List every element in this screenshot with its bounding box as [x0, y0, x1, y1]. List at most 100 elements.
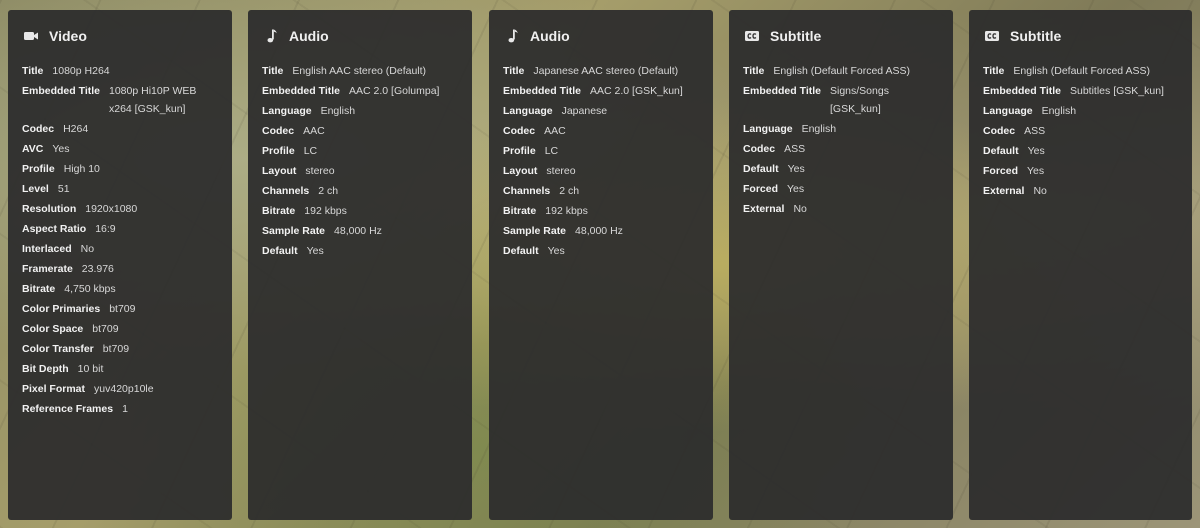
info-label: Title [262, 65, 284, 77]
info-value: 4,750 kbps [64, 283, 116, 295]
info-row: Embedded Title AAC 2.0 [Golumpa] [262, 82, 458, 100]
info-value: English (Default Forced ASS) [773, 65, 910, 77]
info-row: Default Yes [503, 242, 699, 260]
info-value: No [80, 243, 95, 255]
info-value: Yes [787, 183, 805, 195]
info-value: ASS [1024, 125, 1046, 137]
info-label: Language [262, 105, 312, 117]
info-row: Bitrate 4,750 kbps [22, 280, 218, 298]
info-row: Title English AAC stereo (Default) [262, 62, 458, 80]
info-row: AVC Yes [22, 140, 218, 158]
info-row: Profile LC [503, 142, 699, 160]
info-row: External No [743, 200, 939, 218]
info-row: Title 1080p H264 [22, 62, 218, 80]
info-label: Framerate [22, 263, 73, 275]
info-value: 192 kbps [304, 205, 347, 217]
info-row: Codec AAC [503, 122, 699, 140]
info-row: Aspect Ratio 16:9 [22, 220, 218, 238]
info-value: bt709 [102, 343, 130, 355]
info-value: Yes [306, 245, 324, 257]
info-value: 16:9 [95, 223, 116, 235]
info-value: 1920x1080 [85, 203, 138, 215]
info-label: Profile [503, 145, 536, 157]
info-row: Forced Yes [743, 180, 939, 198]
info-label: Sample Rate [503, 225, 567, 237]
info-value: No [1033, 185, 1047, 197]
info-value: bt709 [109, 303, 136, 315]
info-row: Color Space bt709 [22, 320, 218, 338]
info-row: Embedded Title Signs/Songs [GSK_kun] [743, 82, 939, 118]
info-row: Embedded Title 1080p Hi10P WEB x264 [GSK_… [22, 82, 218, 118]
subtitle-stream-card: Subtitle Title English (Default Forced ASS… [729, 10, 953, 520]
info-value: English [1041, 105, 1077, 117]
info-row: Language English [743, 120, 939, 138]
info-value: 2 ch [559, 185, 580, 197]
card-title: Audio [289, 28, 329, 44]
info-value: AAC [303, 125, 325, 137]
info-row: Level 51 [22, 180, 218, 198]
info-row: Bit Depth 10 bit [22, 360, 218, 378]
info-label: External [743, 203, 785, 215]
info-row: Profile LC [262, 142, 458, 160]
info-label: Layout [503, 165, 538, 177]
info-label: Default [983, 145, 1019, 157]
info-value: AAC 2.0 [GSK_kun] [590, 85, 683, 97]
info-row: Language English [983, 102, 1178, 120]
info-row: Channels 2 ch [503, 182, 699, 200]
info-row: Title English (Default Forced ASS) [983, 62, 1178, 80]
info-row: Embedded Title Subtitles [GSK_kun] [983, 82, 1178, 100]
info-value: Signs/Songs [GSK_kun] [830, 85, 889, 115]
info-value: English [801, 123, 837, 135]
info-label: Title [503, 65, 525, 77]
info-row: Reference Frames 1 [22, 400, 218, 418]
info-label: Pixel Format [22, 383, 86, 395]
info-value: yuv420p10le [94, 383, 154, 395]
audio-stream-card: Audio Title English AAC stereo (Default) Em… [248, 10, 472, 520]
info-label: Color Transfer [22, 343, 94, 355]
info-label: Default [503, 245, 539, 257]
video-camera-icon [22, 27, 40, 45]
info-label: Bitrate [262, 205, 296, 217]
info-row: Embedded Title AAC 2.0 [GSK_kun] [503, 82, 699, 100]
card-header: Audio [262, 26, 458, 46]
card-header: Subtitle [983, 26, 1178, 46]
info-row: Language English [262, 102, 458, 120]
info-row: Language Japanese [503, 102, 699, 120]
info-label: Channels [503, 185, 551, 197]
info-value: LC [544, 145, 559, 157]
info-label: Color Space [22, 323, 84, 335]
info-label: Codec [743, 143, 776, 155]
info-value: bt709 [92, 323, 119, 335]
info-value: English (Default Forced ASS) [1013, 65, 1150, 77]
info-value: No [793, 203, 807, 215]
info-value: Yes [1027, 165, 1045, 177]
info-value: Japanese AAC stereo (Default) [533, 65, 679, 77]
info-row: Color Transfer bt709 [22, 340, 218, 358]
info-label: Profile [22, 163, 55, 175]
info-row: Default Yes [262, 242, 458, 260]
info-label: Title [22, 65, 44, 77]
info-row: Profile High 10 [22, 160, 218, 178]
card-header: Video [22, 26, 218, 46]
info-value: 1 [122, 403, 128, 415]
card-header: Subtitle [743, 26, 939, 46]
info-label: Language [743, 123, 793, 135]
info-row: Default Yes [983, 142, 1178, 160]
info-label: Codec [262, 125, 295, 137]
closed-captions-icon [983, 27, 1001, 45]
info-value: English [320, 105, 356, 117]
info-label: Forced [983, 165, 1019, 177]
info-label: Profile [262, 145, 295, 157]
info-row: Codec ASS [983, 122, 1178, 140]
info-label: Color Primaries [22, 303, 101, 315]
info-row: Color Primaries bt709 [22, 300, 218, 318]
info-label: Codec [983, 125, 1016, 137]
info-row: Title Japanese AAC stereo (Default) [503, 62, 699, 80]
info-value: Yes [787, 163, 805, 175]
info-label: Resolution [22, 203, 77, 215]
info-value: High 10 [63, 163, 100, 175]
info-row: Codec H264 [22, 120, 218, 138]
info-value: 1080p Hi10P WEB x264 [GSK_kun] [109, 85, 197, 115]
info-label: Forced [743, 183, 779, 195]
info-label: Sample Rate [262, 225, 326, 237]
